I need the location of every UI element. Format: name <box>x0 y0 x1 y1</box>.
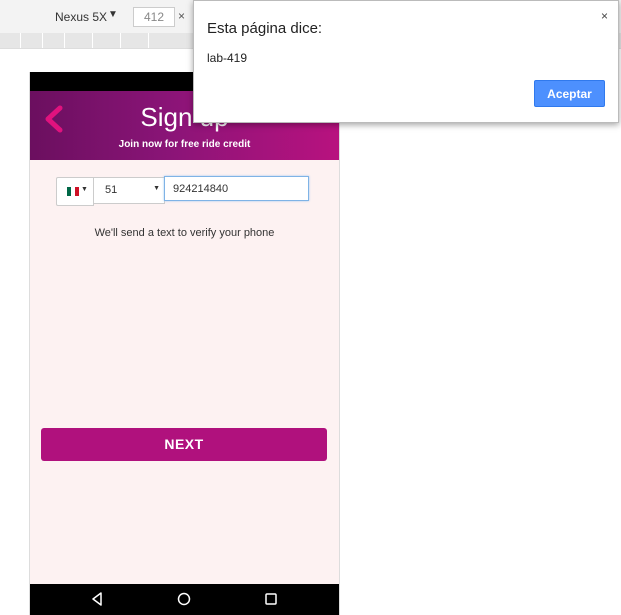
phone-number-input[interactable] <box>164 176 309 201</box>
home-circle-icon[interactable] <box>177 592 191 606</box>
recents-square-icon[interactable] <box>264 592 278 606</box>
country-code-select[interactable]: 51 ▼ <box>93 177 165 204</box>
next-button[interactable]: NEXT <box>41 428 327 461</box>
device-name[interactable]: Nexus 5X <box>55 10 107 24</box>
android-nav-bar <box>30 584 339 615</box>
accept-button[interactable]: Aceptar <box>534 80 605 107</box>
device-viewport: Sign up Join now for free ride credit ▼ … <box>29 72 340 615</box>
caret-down-icon: ▼ <box>81 186 88 193</box>
dialog-message: lab-419 <box>207 51 248 65</box>
dimension-separator: × <box>178 9 186 23</box>
width-input[interactable]: 412 <box>133 7 175 27</box>
country-flag-select[interactable]: ▼ <box>56 177 94 206</box>
page-subtitle: Join now for free ride credit <box>118 139 251 150</box>
alert-dialog: Esta página dice: × lab-419 Aceptar <box>193 0 619 123</box>
close-icon[interactable]: × <box>601 9 608 23</box>
country-code-value: 51 <box>105 184 118 196</box>
dialog-title: Esta página dice: <box>207 20 323 37</box>
back-triangle-icon[interactable] <box>90 592 104 606</box>
device-dropdown-icon[interactable]: ▼ <box>108 9 118 20</box>
caret-down-icon: ▼ <box>153 185 160 192</box>
verify-hint: We'll send a text to verify your phone <box>94 227 275 239</box>
mexico-flag-icon <box>67 187 79 196</box>
